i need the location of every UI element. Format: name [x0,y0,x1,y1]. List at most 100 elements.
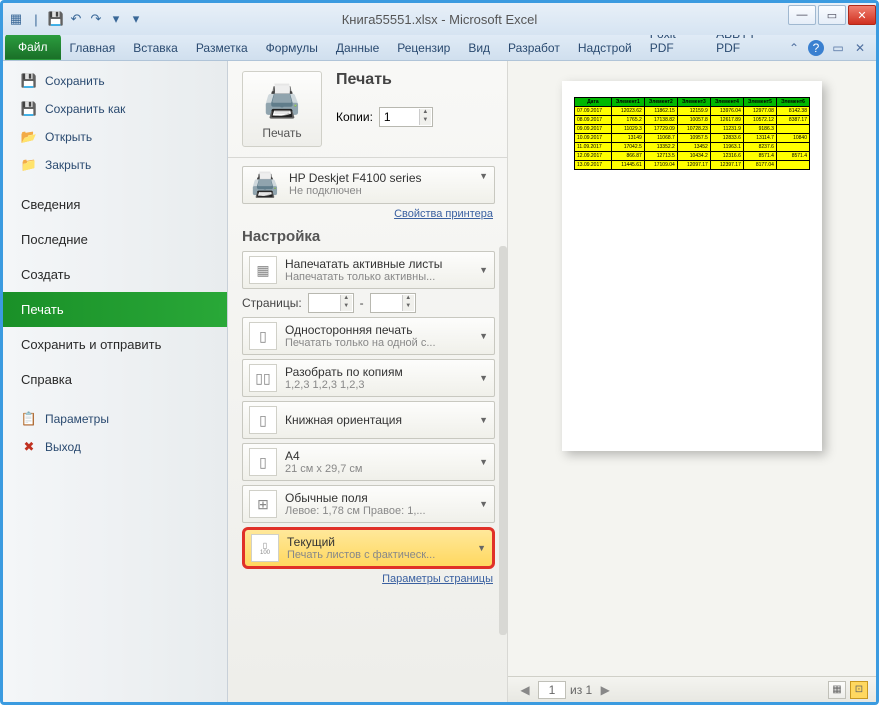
tab-file[interactable]: Файл [5,34,61,60]
preview-table: ДатаЭлемент1Элемент2Элемент3Элемент4Элем… [574,97,810,170]
tab-home[interactable]: Главная [61,36,125,60]
copies-input[interactable]: 1▲▼ [379,107,433,127]
save-icon[interactable]: 💾 [47,10,65,28]
tab-insert[interactable]: Вставка [124,36,187,60]
nav-recent[interactable]: Последние [3,222,227,257]
quick-access-toolbar: ▦ | 💾 ↶ ↷ ▾ ▾ [3,10,149,28]
printer-properties-link[interactable]: Свойства принтера [242,208,493,220]
printer-selector[interactable]: 🖨️ HP Deskjet F4100 series Не подключен … [242,166,495,204]
nav-save-as[interactable]: 💾 Сохранить как [3,95,227,123]
nav-info[interactable]: Сведения [3,187,227,222]
exit-icon: ✖ [21,439,37,455]
settings-scrollbar[interactable] [499,246,507,678]
backstage-nav: 💾Сохранить 💾 Сохранить как 📂 Открыть 📁 Закр… [3,61,228,702]
current-page-input[interactable]: 1 [538,681,566,699]
pages-label: Страницы: [242,296,302,310]
next-page-button[interactable]: ▶ [596,681,614,699]
chevron-down-icon: ▼ [479,171,488,181]
nav-label: Печать [21,302,64,317]
setting-collate[interactable]: ▯▯ Разобрать по копиям1,2,3 1,2,3 1,2,3 … [242,359,495,397]
chevron-down-icon: ▼ [479,499,488,509]
qat-dropdown-icon[interactable]: ▾ [127,10,145,28]
nav-label: Параметры [45,412,109,426]
portrait-icon: ▯ [249,406,277,434]
excel-icon: ▦ [7,10,25,28]
chevron-down-icon[interactable]: ▼ [419,117,431,125]
page-of-label: из 1 [570,683,592,697]
zoom-to-page-icon[interactable]: ▦ [828,681,846,699]
tab-data[interactable]: Данные [327,36,388,60]
window-controls: — ▭ ✕ [788,5,876,25]
printer-icon: 🖨️ [249,171,281,199]
chevron-down-icon: ▼ [479,265,488,275]
tab-developer[interactable]: Разработ [499,36,569,60]
window-close-icon[interactable]: ✕ [852,40,868,56]
minimize-button[interactable]: — [788,5,816,25]
nav-label: Сохранить и отправить [21,337,161,352]
nav-print[interactable]: Печать [3,292,227,327]
preview-area: ДатаЭлемент1Элемент2Элемент3Элемент4Элем… [508,61,876,676]
nav-open[interactable]: 📂 Открыть [3,123,227,151]
chevron-down-icon: ▼ [479,415,488,425]
page-from-input[interactable]: ▲▼ [308,293,354,313]
nav-label: Последние [21,232,88,247]
tab-view[interactable]: Вид [459,36,499,60]
paper-icon: ▯ [249,448,277,476]
nav-label: Закрыть [45,158,91,172]
chevron-down-icon: ▼ [479,457,488,467]
nav-save-send[interactable]: Сохранить и отправить [3,327,227,362]
nav-label: Справка [21,372,72,387]
copies-label: Копии: [336,110,373,124]
print-title: Печать [336,71,433,89]
close-button[interactable]: ✕ [848,5,876,25]
maximize-button[interactable]: ▭ [818,5,846,25]
settings-title: Настройка [242,228,495,245]
prev-page-button[interactable]: ◀ [516,681,534,699]
setting-orientation[interactable]: ▯ Книжная ориентация ▼ [242,401,495,439]
window-restore-icon[interactable]: ▭ [830,40,846,56]
pages-range: Страницы: ▲▼ - ▲▼ [242,293,495,313]
tab-layout[interactable]: Разметка [187,36,257,60]
page-setup-link[interactable]: Параметры страницы [242,573,493,585]
qat-separator: | [27,10,45,28]
printer-status: Не подключен [289,185,471,197]
nav-label: Сохранить как [45,102,125,116]
nav-new[interactable]: Создать [3,257,227,292]
close-icon: 📁 [21,157,37,173]
nav-label: Открыть [45,130,92,144]
show-margins-icon[interactable]: ⊡ [850,681,868,699]
options-icon: 📋 [21,411,37,427]
help-icon[interactable]: ? [808,40,824,56]
minimize-ribbon-icon[interactable]: ⌃ [786,40,802,56]
nav-label: Сохранить [45,74,105,88]
chevron-up-icon[interactable]: ▲ [419,109,431,117]
nav-exit[interactable]: ✖Выход [3,433,227,461]
nav-label: Создать [21,267,70,282]
nav-close[interactable]: 📁 Закрыть [3,151,227,179]
setting-print-what[interactable]: ▦ Напечатать активные листыНапечатать то… [242,251,495,289]
collate-icon: ▯▯ [249,364,277,392]
nav-save[interactable]: 💾Сохранить [3,67,227,95]
undo-icon[interactable]: ↶ [67,10,85,28]
chevron-down-icon: ▼ [479,373,488,383]
page-to-input[interactable]: ▲▼ [370,293,416,313]
setting-sides[interactable]: ▯ Односторонняя печатьПечатать только на… [242,317,495,355]
qat-more-icon[interactable]: ▾ [107,10,125,28]
nav-help[interactable]: Справка [3,362,227,397]
save-as-icon: 💾 [21,101,37,117]
print-preview: ДатаЭлемент1Элемент2Элемент3Элемент4Элем… [508,61,876,702]
setting-scaling[interactable]: ▯100 ТекущийПечать листов с фактическ...… [242,527,495,569]
print-button[interactable]: 🖨️ Печать [242,71,322,147]
open-icon: 📂 [21,129,37,145]
nav-options[interactable]: 📋 Параметры [3,405,227,433]
printer-icon: 🖨️ [247,82,317,120]
title-bar: ▦ | 💾 ↶ ↷ ▾ ▾ Книга55551.xlsx - Microsof… [3,3,876,35]
window-title: Книга55551.xlsx - Microsoft Excel [342,12,538,27]
setting-paper-size[interactable]: ▯ A421 см x 29,7 см ▼ [242,443,495,481]
redo-icon[interactable]: ↷ [87,10,105,28]
tab-formulas[interactable]: Формулы [257,36,327,60]
tab-addins[interactable]: Надстрой [569,36,641,60]
setting-margins[interactable]: ⊞ Обычные поляЛевое: 1,78 см Правое: 1,.… [242,485,495,523]
printer-name: HP Deskjet F4100 series [289,171,471,185]
tab-review[interactable]: Рецензир [388,36,459,60]
